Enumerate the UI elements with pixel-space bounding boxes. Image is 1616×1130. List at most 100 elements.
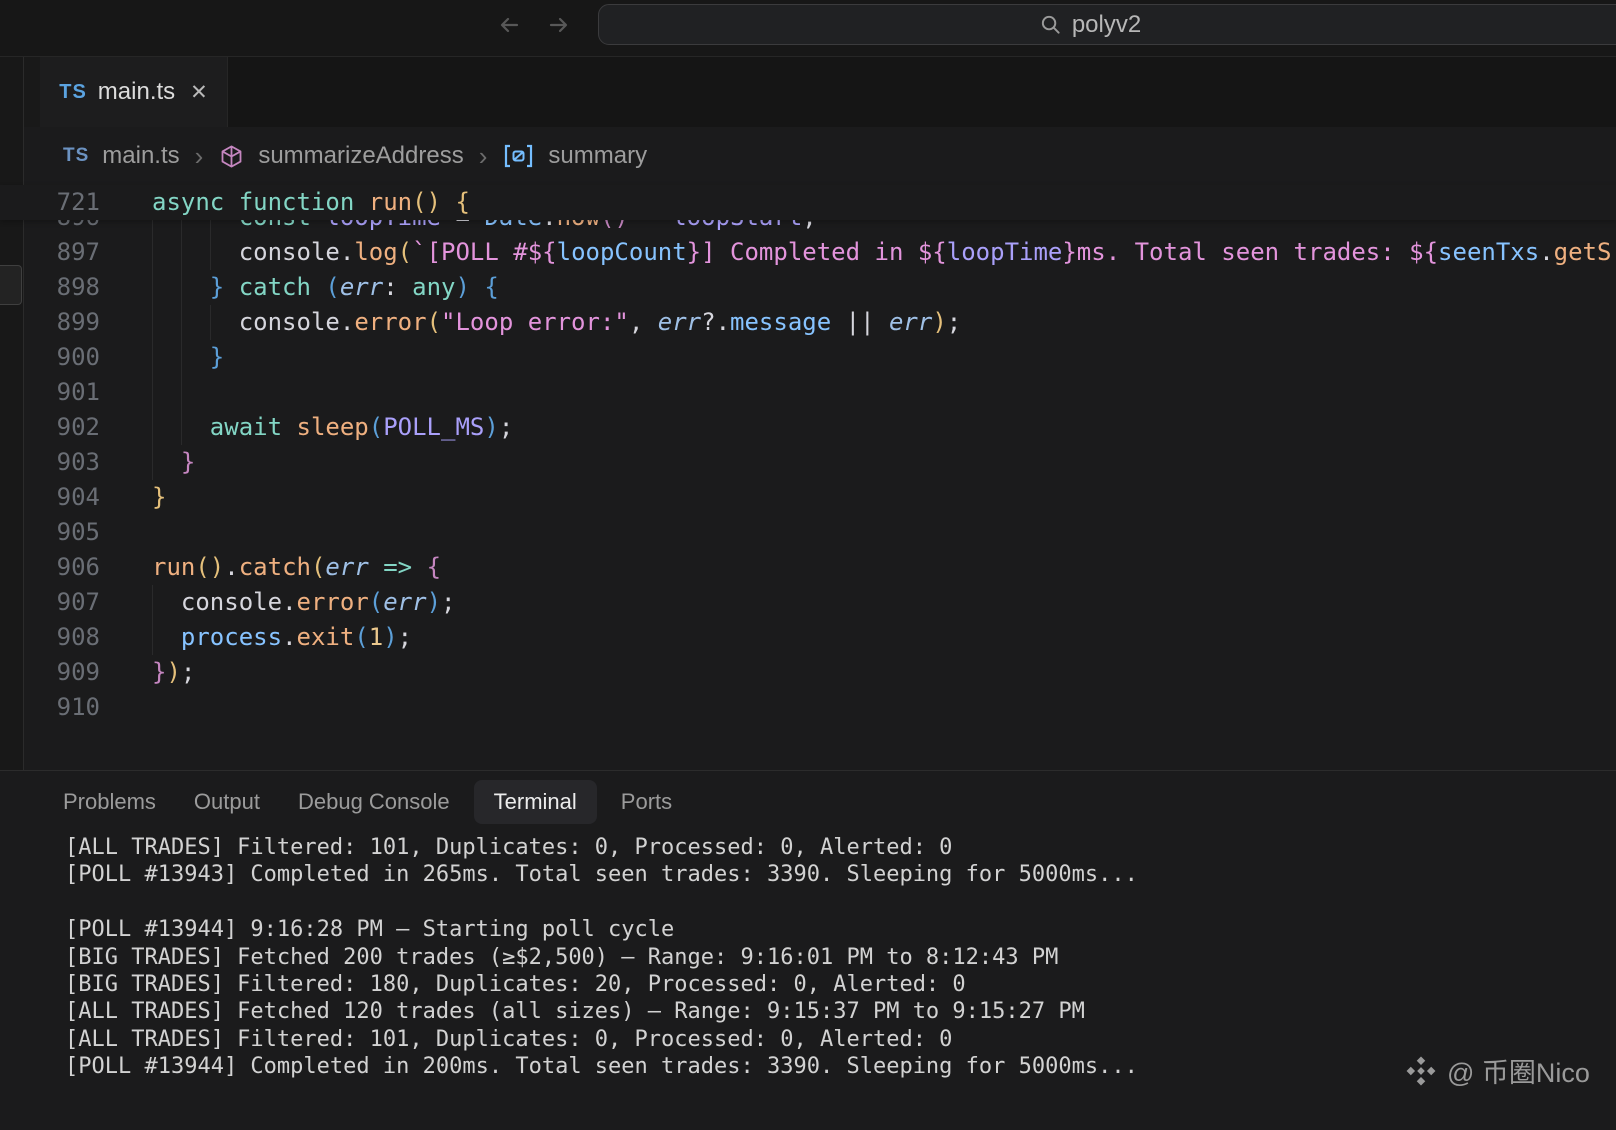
indent-guide	[181, 220, 182, 235]
terminal-line: [ALL TRADES] Filtered: 101, Duplicates: …	[65, 834, 1616, 861]
indent-guide	[181, 235, 182, 270]
code-line[interactable]: 907 console.error(err);	[0, 585, 1616, 620]
code-line[interactable]: 900 }	[0, 340, 1616, 375]
indent-guide	[152, 445, 153, 480]
code-line[interactable]: 898 } catch (err: any) {	[0, 270, 1616, 305]
line-number[interactable]: 896	[0, 220, 100, 235]
code-text	[100, 690, 1616, 725]
code-text: });	[100, 655, 1616, 690]
terminal-line: [BIG TRADES] Filtered: 180, Duplicates: …	[65, 971, 1616, 998]
left-rail-indicator	[0, 265, 22, 305]
search-icon	[1039, 13, 1062, 36]
code-text: } catch (err: any) {	[100, 270, 1616, 305]
code-text: process.exit(1);	[100, 620, 1616, 655]
arrow-left-icon	[495, 10, 525, 40]
indent-guide	[152, 220, 153, 235]
breadcrumb: TS main.ts › summarizeAddress › summary	[0, 127, 1616, 185]
code-text: run().catch(err => {	[100, 550, 1616, 585]
tab-label: main.ts	[98, 78, 175, 106]
panel-tab-output[interactable]: Output	[194, 780, 260, 824]
indent-guide	[152, 620, 153, 655]
indent-guide	[152, 235, 153, 270]
terminal-line: [ALL TRADES] Filtered: 101, Duplicates: …	[65, 1026, 1616, 1053]
terminal-line: [POLL #13944] 9:16:28 PM — Starting poll…	[65, 916, 1616, 943]
panel-tab-terminal[interactable]: Terminal	[474, 780, 597, 824]
navigate-back-button[interactable]	[494, 9, 526, 41]
code-text: }	[100, 445, 1616, 480]
chevron-right-icon: ›	[477, 141, 490, 172]
terminal-line: [ALL TRADES] Fetched 120 trades (all siz…	[65, 998, 1616, 1025]
title-bar: polyv2	[0, 0, 1616, 57]
tab-strip: TS main.ts ✕	[0, 57, 1616, 127]
indent-guide	[181, 270, 182, 305]
command-center-search[interactable]: polyv2	[598, 4, 1616, 45]
code-line[interactable]: 906run().catch(err => {	[0, 550, 1616, 585]
code-text: console.log(`[POLL #${loopCount}] Comple…	[100, 235, 1616, 270]
breadcrumb-item-file[interactable]: main.ts	[102, 142, 179, 170]
code-line[interactable]: 896 const loopTime = Date.now() - loopSt…	[0, 220, 1616, 235]
code-text: console.error("Loop error:", err?.messag…	[100, 305, 1616, 340]
indent-guide	[152, 305, 153, 340]
code-text: async function run() {	[100, 185, 1616, 220]
panel-tab-ports[interactable]: Ports	[621, 780, 672, 824]
breadcrumb-item-symbol-child[interactable]: summary	[548, 142, 647, 170]
search-value: polyv2	[1072, 11, 1141, 39]
indent-guide	[152, 375, 153, 410]
indent-guide	[152, 585, 153, 620]
ts-icon: TS	[63, 145, 89, 167]
typescript-file-icon: TS	[59, 81, 87, 104]
tab-close-icon[interactable]: ✕	[190, 80, 208, 105]
panel-tab-problems[interactable]: Problems	[63, 780, 156, 824]
terminal-output[interactable]: [ALL TRADES] Filtered: 101, Duplicates: …	[65, 834, 1616, 1084]
indent-guide	[181, 305, 182, 340]
navigate-forward-button[interactable]	[542, 9, 574, 41]
code-text: }	[100, 340, 1616, 375]
watermark-text: @ 币圈Nico	[1447, 1051, 1590, 1090]
code-text	[100, 515, 1616, 550]
terminal-line: [POLL #13943] Completed in 265ms. Total …	[65, 861, 1616, 888]
indent-guide	[210, 235, 211, 270]
code-line[interactable]: 903 }	[0, 445, 1616, 480]
clipped-code-line: 896 const loopTime = Date.now() - loopSt…	[0, 220, 1616, 235]
indent-guide	[181, 340, 182, 375]
code-line[interactable]: 901	[0, 375, 1616, 410]
code-text: const loopTime = Date.now() - loopStart;	[100, 220, 1616, 235]
line-number[interactable]: 721	[0, 185, 100, 220]
indent-guide	[210, 305, 211, 340]
terminal-line: [BIG TRADES] Fetched 200 trades (≥$2,500…	[65, 944, 1616, 971]
symbol-function-icon	[218, 143, 245, 170]
terminal-line	[65, 889, 1616, 916]
code-text: console.error(err);	[100, 585, 1616, 620]
code-line[interactable]: 904}	[0, 480, 1616, 515]
code-text	[100, 375, 1616, 410]
chevron-right-icon: ›	[193, 141, 206, 172]
indent-guide	[210, 220, 211, 235]
tab-main-ts[interactable]: TS main.ts ✕	[40, 57, 228, 127]
code-line[interactable]: 905	[0, 515, 1616, 550]
panel-tab-debug-console[interactable]: Debug Console	[298, 780, 450, 824]
code-line[interactable]: 902 await sleep(POLL_MS);	[0, 410, 1616, 445]
watermark: @ 币圈Nico	[1404, 1051, 1590, 1090]
code-line[interactable]: 910	[0, 690, 1616, 725]
indent-guide	[181, 410, 182, 445]
indent-guide	[152, 270, 153, 305]
terminal-line: [POLL #13944] Completed in 200ms. Total …	[65, 1053, 1616, 1080]
code-editor[interactable]: 721async function run() {896 const loopT…	[0, 185, 1616, 770]
indent-guide	[181, 375, 182, 410]
code-line[interactable]: 909});	[0, 655, 1616, 690]
code-text: }	[100, 480, 1616, 515]
panel-tab-bar: Problems Output Debug Console Terminal Ports	[63, 780, 672, 824]
editor-window: polyv2 TS main.ts ✕ TS main.ts › summari…	[0, 0, 1616, 1130]
code-text: await sleep(POLL_MS);	[100, 410, 1616, 445]
code-line[interactable]: 908 process.exit(1);	[0, 620, 1616, 655]
panel-divider[interactable]	[0, 770, 1616, 771]
arrow-right-icon	[543, 10, 573, 40]
indent-guide	[152, 410, 153, 445]
code-line[interactable]: 897 console.log(`[POLL #${loopCount}] Co…	[0, 235, 1616, 270]
sticky-scroll-line[interactable]: 721async function run() {	[0, 185, 1616, 220]
symbol-variable-icon	[502, 143, 535, 169]
editor-left-edge	[0, 57, 24, 770]
breadcrumb-item-symbol[interactable]: summarizeAddress	[258, 142, 463, 170]
code-line[interactable]: 899 console.error("Loop error:", err?.me…	[0, 305, 1616, 340]
binance-diamond-icon	[1404, 1054, 1438, 1088]
